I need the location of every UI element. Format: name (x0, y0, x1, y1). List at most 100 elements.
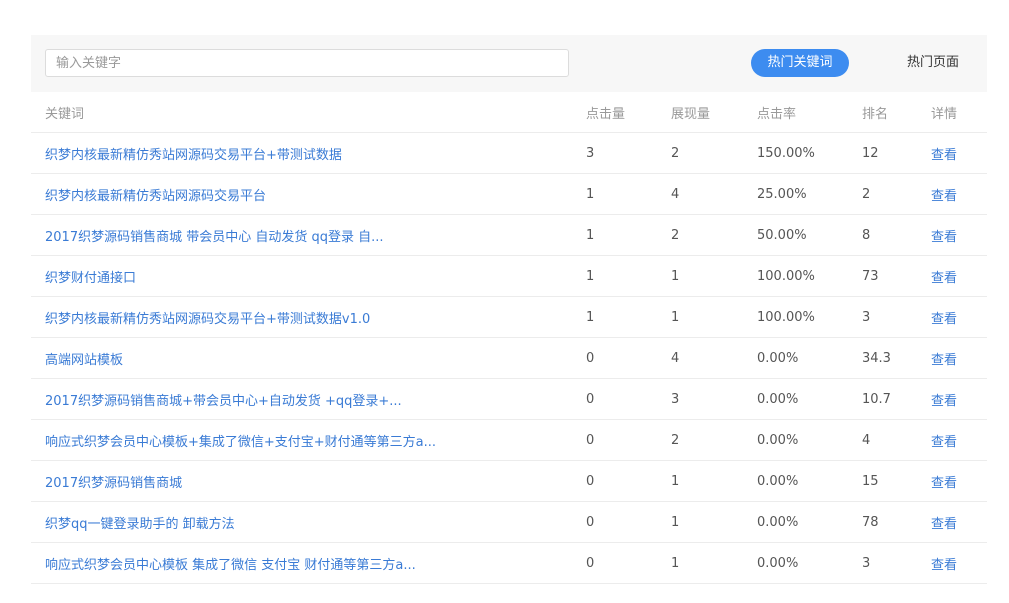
rank-cell: 15 (848, 460, 917, 502)
clicks-cell: 0 (572, 378, 657, 420)
impressions-cell: 1 (657, 501, 743, 543)
keyword-link[interactable]: 2017织梦源码销售商城+带会员中心+自动发货 +qq登录+... (45, 394, 402, 409)
toolbar: 热门关键词 热门页面 (31, 35, 987, 92)
impressions-cell: 2 (657, 132, 743, 174)
table-row: 响应式织梦会员中心模板 集成了微信 支付宝 财付通等第三方a... 0 1 0.… (31, 542, 987, 584)
table-header: 关键词 点击量 展现量 点击率 排名 详情 (31, 92, 987, 133)
keyword-link[interactable]: 织梦内核最新精仿秀站网源码交易平台+带测试数据 (45, 148, 342, 163)
keyword-link[interactable]: 高端网站模板 (45, 353, 123, 368)
keyword-cell: 高端网站模板 (31, 337, 572, 379)
view-detail-link[interactable]: 查看 (931, 148, 957, 163)
table-row: 高端网站模板 0 4 0.00% 34.3 查看 (31, 337, 987, 379)
keyword-link[interactable]: 2017织梦源码销售商城 带会员中心 自动发货 qq登录 自... (45, 230, 384, 245)
header-rank: 排名 (848, 92, 917, 133)
clicks-cell: 0 (572, 501, 657, 543)
keyword-link[interactable]: 织梦qq一键登录助手的 卸载方法 (45, 517, 235, 532)
rank-cell: 10.7 (848, 378, 917, 420)
ctr-cell: 100.00% (743, 255, 848, 297)
impressions-cell: 2 (657, 419, 743, 461)
keyword-cell: 响应式织梦会员中心模板 集成了微信 支付宝 财付通等第三方a... (31, 542, 572, 584)
keyword-cell: 织梦财付通接口 (31, 255, 572, 297)
view-detail-link[interactable]: 查看 (931, 312, 957, 327)
rank-cell: 78 (848, 501, 917, 543)
table-row: 织梦财付通接口 1 1 100.00% 73 查看 (31, 255, 987, 297)
header-impressions: 展现量 (657, 92, 743, 133)
view-detail-link[interactable]: 查看 (931, 394, 957, 409)
keyword-link[interactable]: 织梦内核最新精仿秀站网源码交易平台+带测试数据v1.0 (45, 312, 370, 327)
view-detail-link[interactable]: 查看 (931, 435, 957, 450)
clicks-cell: 0 (572, 542, 657, 584)
rank-cell: 3 (848, 542, 917, 584)
table-body: 织梦内核最新精仿秀站网源码交易平台+带测试数据 3 2 150.00% 12 查… (31, 132, 987, 584)
clicks-cell: 1 (572, 296, 657, 338)
table-row: 响应式织梦会员中心模板+集成了微信+支付宝+财付通等第三方a... 0 2 0.… (31, 419, 987, 461)
table-row: 2017织梦源码销售商城+带会员中心+自动发货 +qq登录+... 0 3 0.… (31, 378, 987, 420)
clicks-cell: 0 (572, 419, 657, 461)
ctr-cell: 0.00% (743, 501, 848, 543)
table-row: 织梦内核最新精仿秀站网源码交易平台+带测试数据v1.0 1 1 100.00% … (31, 296, 987, 338)
rank-cell: 2 (848, 173, 917, 215)
clicks-cell: 1 (572, 214, 657, 256)
tab-hot-pages[interactable]: 热门页面 (893, 49, 973, 77)
keyword-link[interactable]: 响应式织梦会员中心模板 集成了微信 支付宝 财付通等第三方a... (45, 558, 416, 573)
tab-hot-keywords[interactable]: 热门关键词 (751, 49, 849, 77)
ctr-cell: 0.00% (743, 460, 848, 502)
header-detail: 详情 (917, 92, 987, 133)
ctr-cell: 0.00% (743, 419, 848, 461)
keyword-cell: 织梦内核最新精仿秀站网源码交易平台 (31, 173, 572, 215)
table-row: 织梦qq一键登录助手的 卸载方法 0 1 0.00% 78 查看 (31, 501, 987, 543)
rank-cell: 8 (848, 214, 917, 256)
view-detail-link[interactable]: 查看 (931, 558, 957, 573)
keyword-cell: 2017织梦源码销售商城 带会员中心 自动发货 qq登录 自... (31, 214, 572, 256)
keyword-cell: 织梦内核最新精仿秀站网源码交易平台+带测试数据 (31, 132, 572, 174)
table-row: 织梦内核最新精仿秀站网源码交易平台+带测试数据 3 2 150.00% 12 查… (31, 132, 987, 174)
rank-cell: 73 (848, 255, 917, 297)
search-input[interactable] (45, 49, 569, 77)
view-detail-link[interactable]: 查看 (931, 271, 957, 286)
detail-cell: 查看 (917, 501, 987, 543)
keyword-cell: 织梦qq一键登录助手的 卸载方法 (31, 501, 572, 543)
keyword-link[interactable]: 织梦内核最新精仿秀站网源码交易平台 (45, 189, 266, 204)
detail-cell: 查看 (917, 214, 987, 256)
keyword-cell: 2017织梦源码销售商城+带会员中心+自动发货 +qq登录+... (31, 378, 572, 420)
impressions-cell: 4 (657, 337, 743, 379)
clicks-cell: 1 (572, 173, 657, 215)
ctr-cell: 150.00% (743, 132, 848, 174)
view-detail-link[interactable]: 查看 (931, 517, 957, 532)
keyword-link[interactable]: 响应式织梦会员中心模板+集成了微信+支付宝+财付通等第三方a... (45, 435, 436, 450)
impressions-cell: 1 (657, 296, 743, 338)
header-clicks: 点击量 (572, 92, 657, 133)
impressions-cell: 1 (657, 460, 743, 502)
header-row: 关键词 点击量 展现量 点击率 排名 详情 (31, 92, 987, 133)
keyword-link[interactable]: 2017织梦源码销售商城 (45, 476, 182, 491)
detail-cell: 查看 (917, 132, 987, 174)
header-keyword: 关键词 (31, 92, 572, 133)
ctr-cell: 50.00% (743, 214, 848, 256)
ctr-cell: 0.00% (743, 378, 848, 420)
table-row: 2017织梦源码销售商城 0 1 0.00% 15 查看 (31, 460, 987, 502)
detail-cell: 查看 (917, 296, 987, 338)
keyword-cell: 响应式织梦会员中心模板+集成了微信+支付宝+财付通等第三方a... (31, 419, 572, 461)
keyword-cell: 2017织梦源码销售商城 (31, 460, 572, 502)
detail-cell: 查看 (917, 419, 987, 461)
clicks-cell: 0 (572, 460, 657, 502)
keyword-stats-panel: 热门关键词 热门页面 关键词 点击量 展现量 点击率 排名 详情 织梦内核最新精… (31, 35, 987, 584)
impressions-cell: 1 (657, 255, 743, 297)
ctr-cell: 0.00% (743, 542, 848, 584)
rank-cell: 4 (848, 419, 917, 461)
keyword-link[interactable]: 织梦财付通接口 (45, 271, 136, 286)
rank-cell: 12 (848, 132, 917, 174)
ctr-cell: 0.00% (743, 337, 848, 379)
view-detail-link[interactable]: 查看 (931, 230, 957, 245)
ctr-cell: 100.00% (743, 296, 848, 338)
view-detail-link[interactable]: 查看 (931, 189, 957, 204)
header-ctr: 点击率 (743, 92, 848, 133)
table-row: 2017织梦源码销售商城 带会员中心 自动发货 qq登录 自... 1 2 50… (31, 214, 987, 256)
view-detail-link[interactable]: 查看 (931, 353, 957, 368)
impressions-cell: 1 (657, 542, 743, 584)
ctr-cell: 25.00% (743, 173, 848, 215)
impressions-cell: 3 (657, 378, 743, 420)
view-detail-link[interactable]: 查看 (931, 476, 957, 491)
detail-cell: 查看 (917, 460, 987, 502)
impressions-cell: 2 (657, 214, 743, 256)
